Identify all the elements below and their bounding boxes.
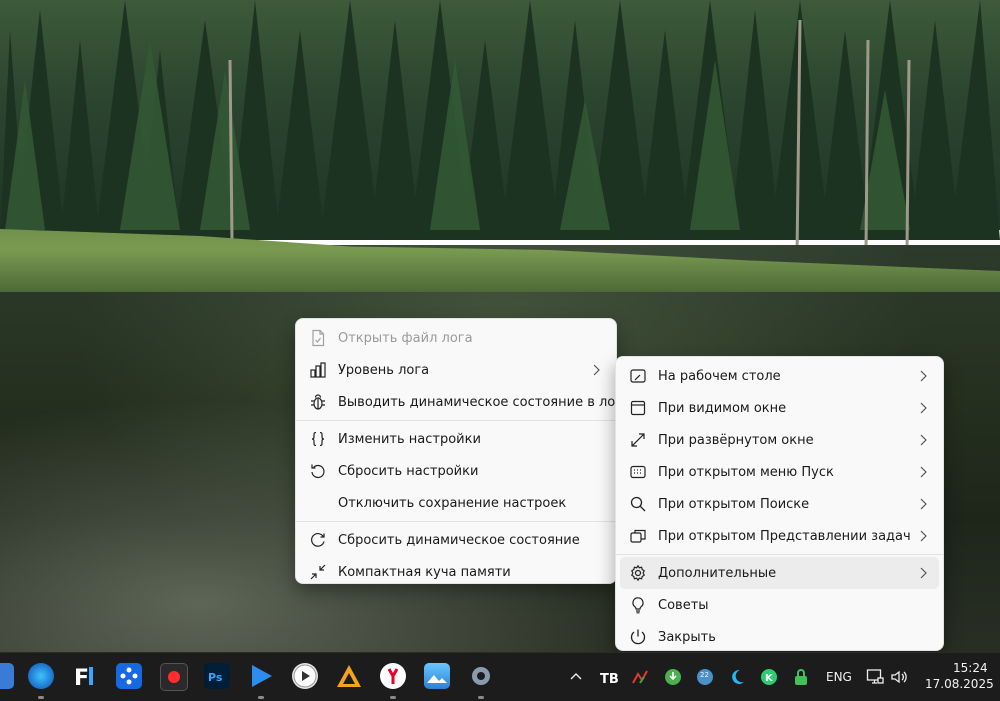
menu-item-maximized-window[interactable]: При развёрнутом окне	[620, 424, 939, 456]
log-context-menu: Открыть файл лога Уровень лога Выводить …	[295, 318, 622, 584]
settings-icon[interactable]	[468, 663, 494, 699]
chevron-right-icon	[920, 530, 927, 542]
app-icon-1[interactable]	[0, 663, 14, 689]
taskbar: F Ps TB 22 K ENG 15:24 17.08.2025	[0, 652, 1000, 701]
gear-icon	[629, 564, 647, 582]
tray-badge-count: 22	[700, 671, 709, 679]
fl-studio-icon[interactable]: F	[72, 663, 98, 691]
menu-item-open-log-file: Открыть файл лога	[300, 322, 612, 354]
tray-moon-icon[interactable]	[728, 668, 746, 686]
chevron-right-icon	[920, 370, 927, 382]
menu-item-tips[interactable]: Советы	[620, 589, 939, 621]
wallpaper-forest	[0, 0, 1000, 256]
compress-icon	[309, 563, 327, 581]
language-indicator[interactable]: ENG	[826, 670, 852, 684]
tray-torrent-icon[interactable]	[664, 668, 682, 686]
chevron-right-icon	[920, 567, 927, 579]
menu-item-compact-heap[interactable]: Компактная куча памяти	[300, 556, 612, 588]
window-icon	[629, 399, 647, 417]
menu-item-advanced[interactable]: Дополнительные	[620, 557, 939, 589]
menu-item-on-desktop[interactable]: На рабочем столе	[620, 360, 939, 392]
svg-text:K: K	[765, 673, 774, 684]
menu-item-start-menu-open[interactable]: При открытом меню Пуск	[620, 456, 939, 488]
chevron-right-icon	[920, 434, 927, 446]
menu-separator	[616, 554, 943, 555]
tray-k-icon[interactable]: K	[760, 668, 778, 686]
browser-icon[interactable]	[28, 663, 54, 699]
refresh-icon	[309, 531, 327, 549]
menu-item-reset-settings[interactable]: Сбросить настройки	[300, 455, 612, 487]
start-menu-icon	[629, 463, 647, 481]
bug-icon	[309, 393, 327, 411]
clock-time[interactable]: 15:24	[953, 661, 988, 675]
volume-icon[interactable]	[890, 668, 908, 686]
power-icon	[629, 628, 647, 646]
menu-separator	[296, 521, 616, 522]
menu-item-visible-window[interactable]: При видимом окне	[620, 392, 939, 424]
chevron-up-icon[interactable]	[567, 668, 585, 686]
menu-item-reset-state[interactable]: Сбросить динамическое состояние	[300, 524, 612, 556]
desktop-icon	[629, 367, 647, 385]
clock-date[interactable]: 17.08.2025	[925, 677, 994, 691]
photos-icon[interactable]	[424, 663, 450, 689]
undo-icon	[309, 462, 327, 480]
braces-icon	[309, 430, 327, 448]
photoshop-icon[interactable]: Ps	[204, 663, 230, 689]
svg-text:TB: TB	[600, 672, 618, 686]
tray-lock-icon[interactable]	[792, 668, 810, 686]
tray-context-menu: На рабочем столе При видимом окне При ра…	[615, 356, 944, 651]
network-icon[interactable]	[866, 668, 884, 686]
log-file-icon	[309, 329, 327, 347]
menu-item-search-open[interactable]: При открытом Поиске	[620, 488, 939, 520]
search-icon	[629, 495, 647, 513]
lightbulb-icon	[629, 596, 647, 614]
bar-chart-icon	[309, 361, 327, 379]
aimp-icon[interactable]	[336, 663, 362, 689]
svg-text:F: F	[74, 666, 89, 689]
chevron-right-icon	[920, 402, 927, 414]
task-view-icon	[629, 527, 647, 545]
tray-app-tb-icon[interactable]: TB	[600, 668, 618, 686]
svg-text:Ps: Ps	[208, 671, 223, 684]
dots-app-icon[interactable]	[116, 663, 142, 689]
menu-item-log-level[interactable]: Уровень лога	[300, 354, 612, 386]
menu-item-close[interactable]: Закрыть	[620, 621, 939, 653]
chevron-right-icon	[920, 498, 927, 510]
video-player-icon[interactable]	[292, 663, 318, 689]
tray-app-chart-icon[interactable]	[631, 668, 649, 686]
media-player-icon[interactable]	[248, 663, 274, 699]
menu-item-dump-state[interactable]: Выводить динамическое состояние в лог	[300, 386, 622, 418]
menu-item-disable-saving[interactable]: Отключить сохранение настроек	[300, 487, 612, 519]
menu-separator	[296, 420, 616, 421]
chevron-right-icon	[593, 364, 600, 376]
yandex-browser-icon[interactable]	[380, 663, 406, 699]
menu-item-edit-settings[interactable]: Изменить настройки	[300, 423, 612, 455]
recorder-icon[interactable]	[160, 663, 188, 691]
chevron-right-icon	[920, 466, 927, 478]
menu-item-task-view-open[interactable]: При открытом Представлении задач	[620, 520, 939, 552]
maximize-icon	[629, 431, 647, 449]
